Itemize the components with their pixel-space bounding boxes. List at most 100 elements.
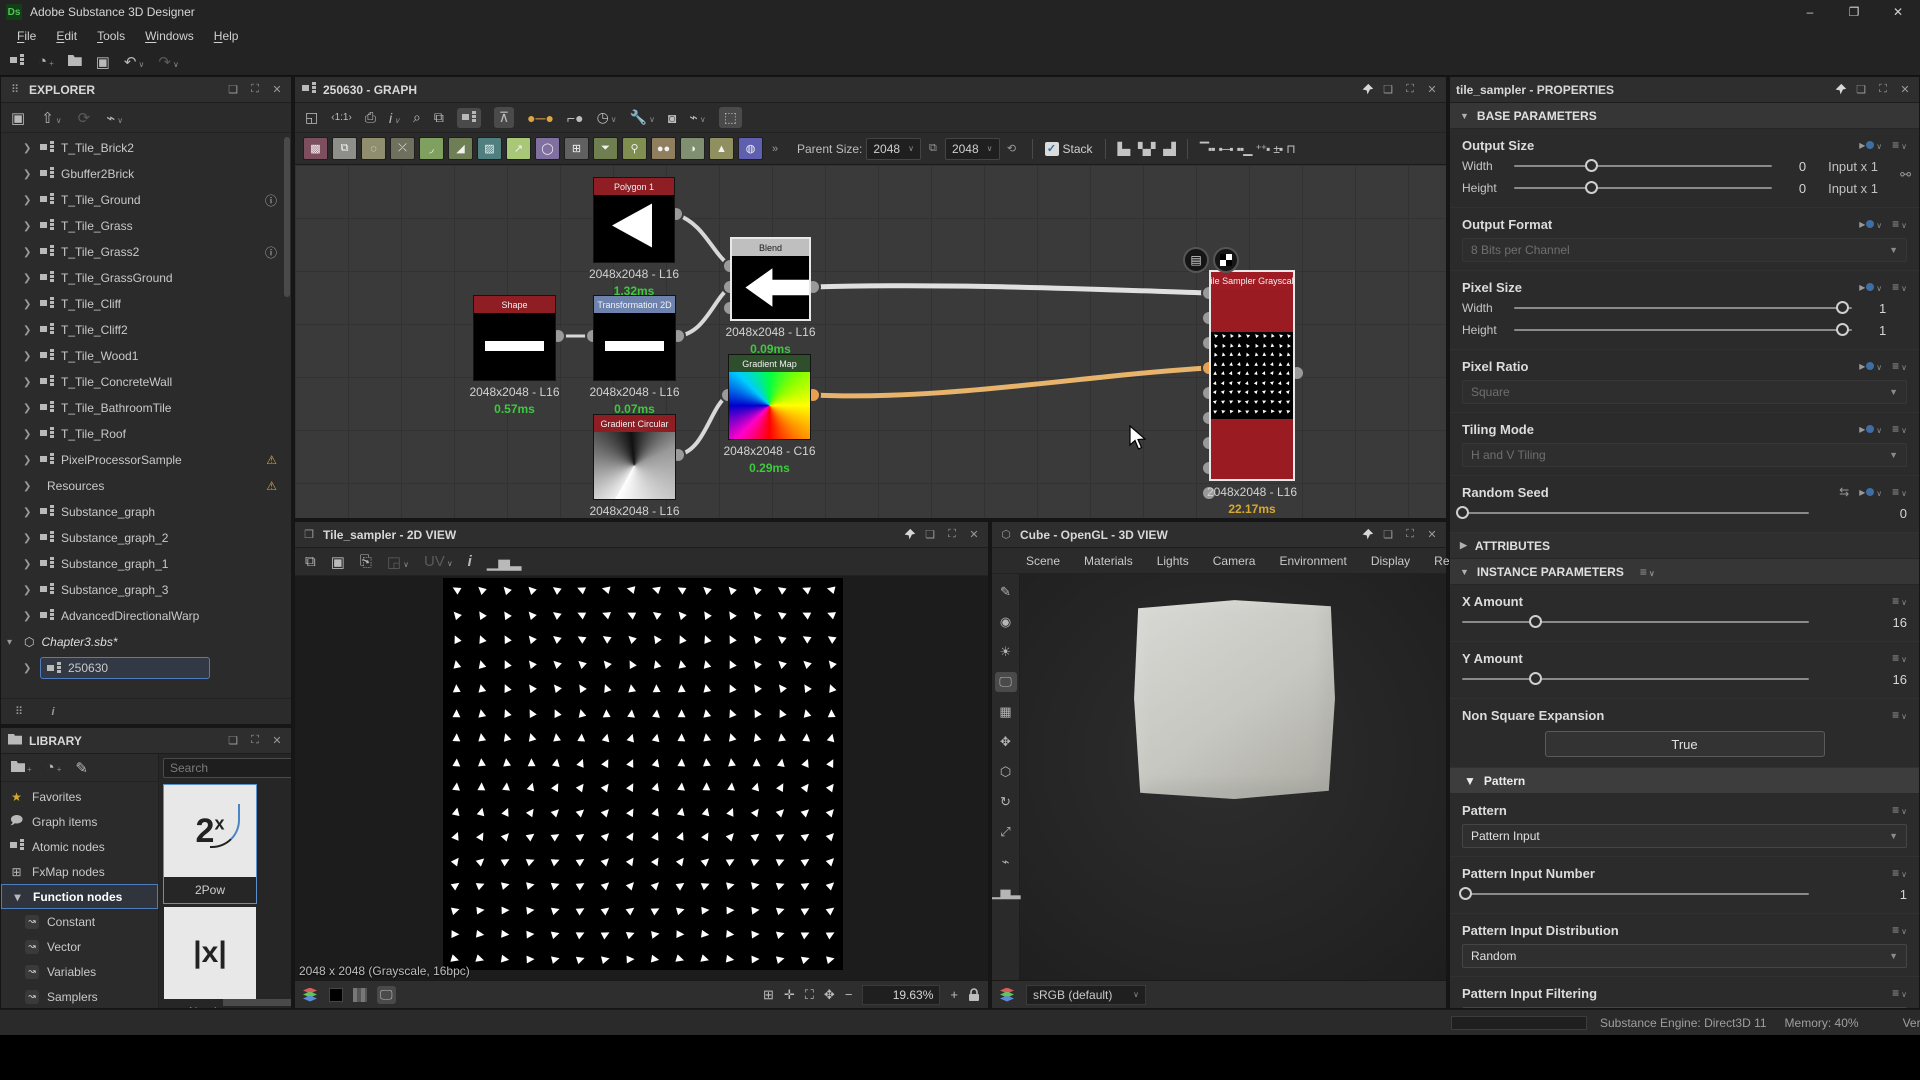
slider-track[interactable] [1514,165,1772,167]
export-icon[interactable]: ⇧∨ [41,109,61,127]
save-package-icon[interactable]: ▣ [11,109,25,127]
graph-node-gradient-circular[interactable]: Gradient Circular [593,414,676,500]
node-create-button-2[interactable]: ◌ [361,137,386,160]
save-image-icon[interactable]: ▣ [331,553,345,571]
node-create-button-12[interactable]: ●● [651,137,676,160]
menu-icon[interactable]: ≡∨ [1892,923,1907,937]
node-output-doc-icon[interactable]: ▤ [1183,247,1209,273]
function-icon[interactable]: ▸∨ [1859,359,1882,373]
library-subcategory-constant[interactable]: ↝Constant [1,909,158,934]
graph-node-gradient-map[interactable]: Gradient Map [728,354,811,440]
chevron-right-icon[interactable]: ❯ [23,143,33,154]
menu-icon[interactable]: ≡∨ [1640,565,1655,579]
tree-item-T_Tile_Grass2[interactable]: ❯T_Tile_Grass2ⓘ [1,239,291,265]
stacked-view-icon[interactable]: ⊼ [494,107,514,128]
focus-selection-icon[interactable]: ◱ [305,109,318,126]
chevron-right-icon[interactable]: ❯ [23,195,33,206]
undo-icon[interactable]: ↶∨ [124,53,144,71]
tree-item-Substance_graph[interactable]: ❯Substance_graph [1,499,291,525]
library-category-atomic-nodes[interactable]: Atomic nodes [1,834,158,859]
slider-track[interactable] [1514,187,1772,189]
redo-icon[interactable]: ↷∨ [158,53,178,71]
screenshot-icon[interactable]: ⎙ [365,109,376,126]
close-panel-icon[interactable]: ✕ [1424,528,1440,541]
node-create-button-14[interactable]: ▲ [709,137,734,160]
chevron-right-icon[interactable]: ❯ [23,429,33,440]
menu-icon[interactable]: ≡∨ [1892,485,1907,499]
slider-knob[interactable] [1836,301,1849,314]
float-panel-icon[interactable]: ❏ [922,528,938,541]
graph-node-blend[interactable]: Blend [730,237,811,321]
node-create-button-13[interactable]: ◑ [680,137,705,160]
maximize-button[interactable]: ❐ [1832,0,1876,24]
align-right-icon[interactable]: ▗▟ [1158,142,1174,156]
menu-help[interactable]: Help [205,26,248,46]
reset-size-icon[interactable]: ⟲ [1004,142,1020,155]
float-panel-icon[interactable]: ❏ [1380,528,1396,541]
chevron-right-icon[interactable]: ❯ [23,663,33,674]
info-view-icon[interactable]: i [45,706,61,718]
edit-icon[interactable]: ✎ [75,759,88,777]
close-panel-icon[interactable]: ✕ [966,528,982,541]
menu-file[interactable]: File [8,26,45,46]
float-panel-icon[interactable]: ❏ [225,83,241,96]
node-info-icon[interactable]: i∨ [389,110,400,126]
align-middle-icon[interactable]: ▪─▪ [1219,142,1233,156]
menu-icon[interactable]: ≡∨ [1892,138,1907,152]
export-image-icon[interactable]: ◲∨ [387,553,409,571]
tree-item-T_Tile_Cliff2[interactable]: ❯T_Tile_Cliff2 [1,317,291,343]
dropdown-pattern-input-distribution[interactable]: Random▼ [1462,944,1907,968]
graph-node-transformation-2d[interactable]: Transformation 2D [593,295,676,381]
compute-timing-icon[interactable]: ◷∨ [597,109,617,126]
library-category-favorites[interactable]: ★Favorites [1,784,158,809]
function-icon[interactable]: ▸∨ [1859,280,1882,294]
view-3d-menu-camera[interactable]: Camera [1213,554,1256,568]
close-panel-icon[interactable]: ✕ [269,83,285,96]
node-create-button-7[interactable]: ↗ [506,137,531,160]
function-icon[interactable]: ▸∨ [1859,485,1882,499]
zoom-one-to-one-icon[interactable]: ‹1:1› [331,112,352,123]
chevron-right-icon[interactable]: ❯ [23,481,33,492]
background-stripes-icon[interactable] [353,988,367,1002]
tree-item-T_Tile_Grass[interactable]: ❯T_Tile_Grass [1,213,291,239]
scale-gizmo-icon[interactable]: ⤢ [995,822,1017,842]
slider-knob[interactable] [1529,615,1542,628]
align-center-icon[interactable]: ▚▞ [1138,142,1154,156]
graph-node-shape[interactable]: Shape [473,295,556,381]
chevron-right-icon[interactable]: ❯ [23,273,33,284]
menu-windows[interactable]: Windows [136,26,203,46]
menu-icon[interactable]: ≡∨ [1892,803,1907,817]
slider-knob[interactable] [1585,159,1598,172]
graph-node-polygon-1[interactable]: Polygon 1 [593,177,675,263]
pencil-icon[interactable]: ✎ [995,582,1017,602]
tree-item-T_Tile_ConcreteWall[interactable]: ❯T_Tile_ConcreteWall [1,369,291,395]
section-attributes[interactable]: ▶ATTRIBUTES [1450,533,1919,559]
dropdown-output-format[interactable]: 8 Bits per Channel▼ [1462,238,1907,262]
link-size-icon[interactable]: ⧉ [925,142,941,155]
tiling-grid-icon[interactable]: ⊞ [763,987,774,1003]
slider-track[interactable] [1514,329,1852,331]
node-create-button-5[interactable]: ◢ [448,137,473,160]
menu-icon[interactable]: ≡∨ [1892,708,1907,722]
frame-grid-icon[interactable]: ⬚ [719,107,742,128]
light-icon[interactable]: ☀ [995,642,1017,662]
pin-icon[interactable] [1361,528,1374,541]
chevron-right-icon[interactable]: ❯ [23,585,33,596]
float-panel-icon[interactable]: ❏ [1380,83,1396,96]
library-category-graph-items[interactable]: 🗩Graph items [1,809,158,834]
zoom-in-icon[interactable]: + [950,987,958,1002]
view-3d-menu-display[interactable]: Display [1371,554,1410,568]
node-create-button-1[interactable]: ⧉ [332,137,357,160]
node-create-button-6[interactable]: ▨ [477,137,502,160]
dropdown-pattern-input-filtering[interactable]: Bilinear + Mipmaps▼ [1462,1007,1907,1008]
chevron-right-icon[interactable]: ❯ [23,299,33,310]
toggle-button-non-square-expansion[interactable]: True [1545,731,1825,757]
search-input[interactable] [163,758,291,778]
node-create-button-4[interactable]: ◞ [419,137,444,160]
chevron-down-icon[interactable]: ▾ [7,637,17,648]
snap-icon[interactable]: ⊓ [1286,142,1294,156]
material-mode-icon[interactable]: ◙ [668,110,676,126]
view-3d-menu-lights[interactable]: Lights [1157,554,1189,568]
new-graph-icon[interactable] [10,53,24,70]
node-create-button-9[interactable]: ⊞ [564,137,589,160]
